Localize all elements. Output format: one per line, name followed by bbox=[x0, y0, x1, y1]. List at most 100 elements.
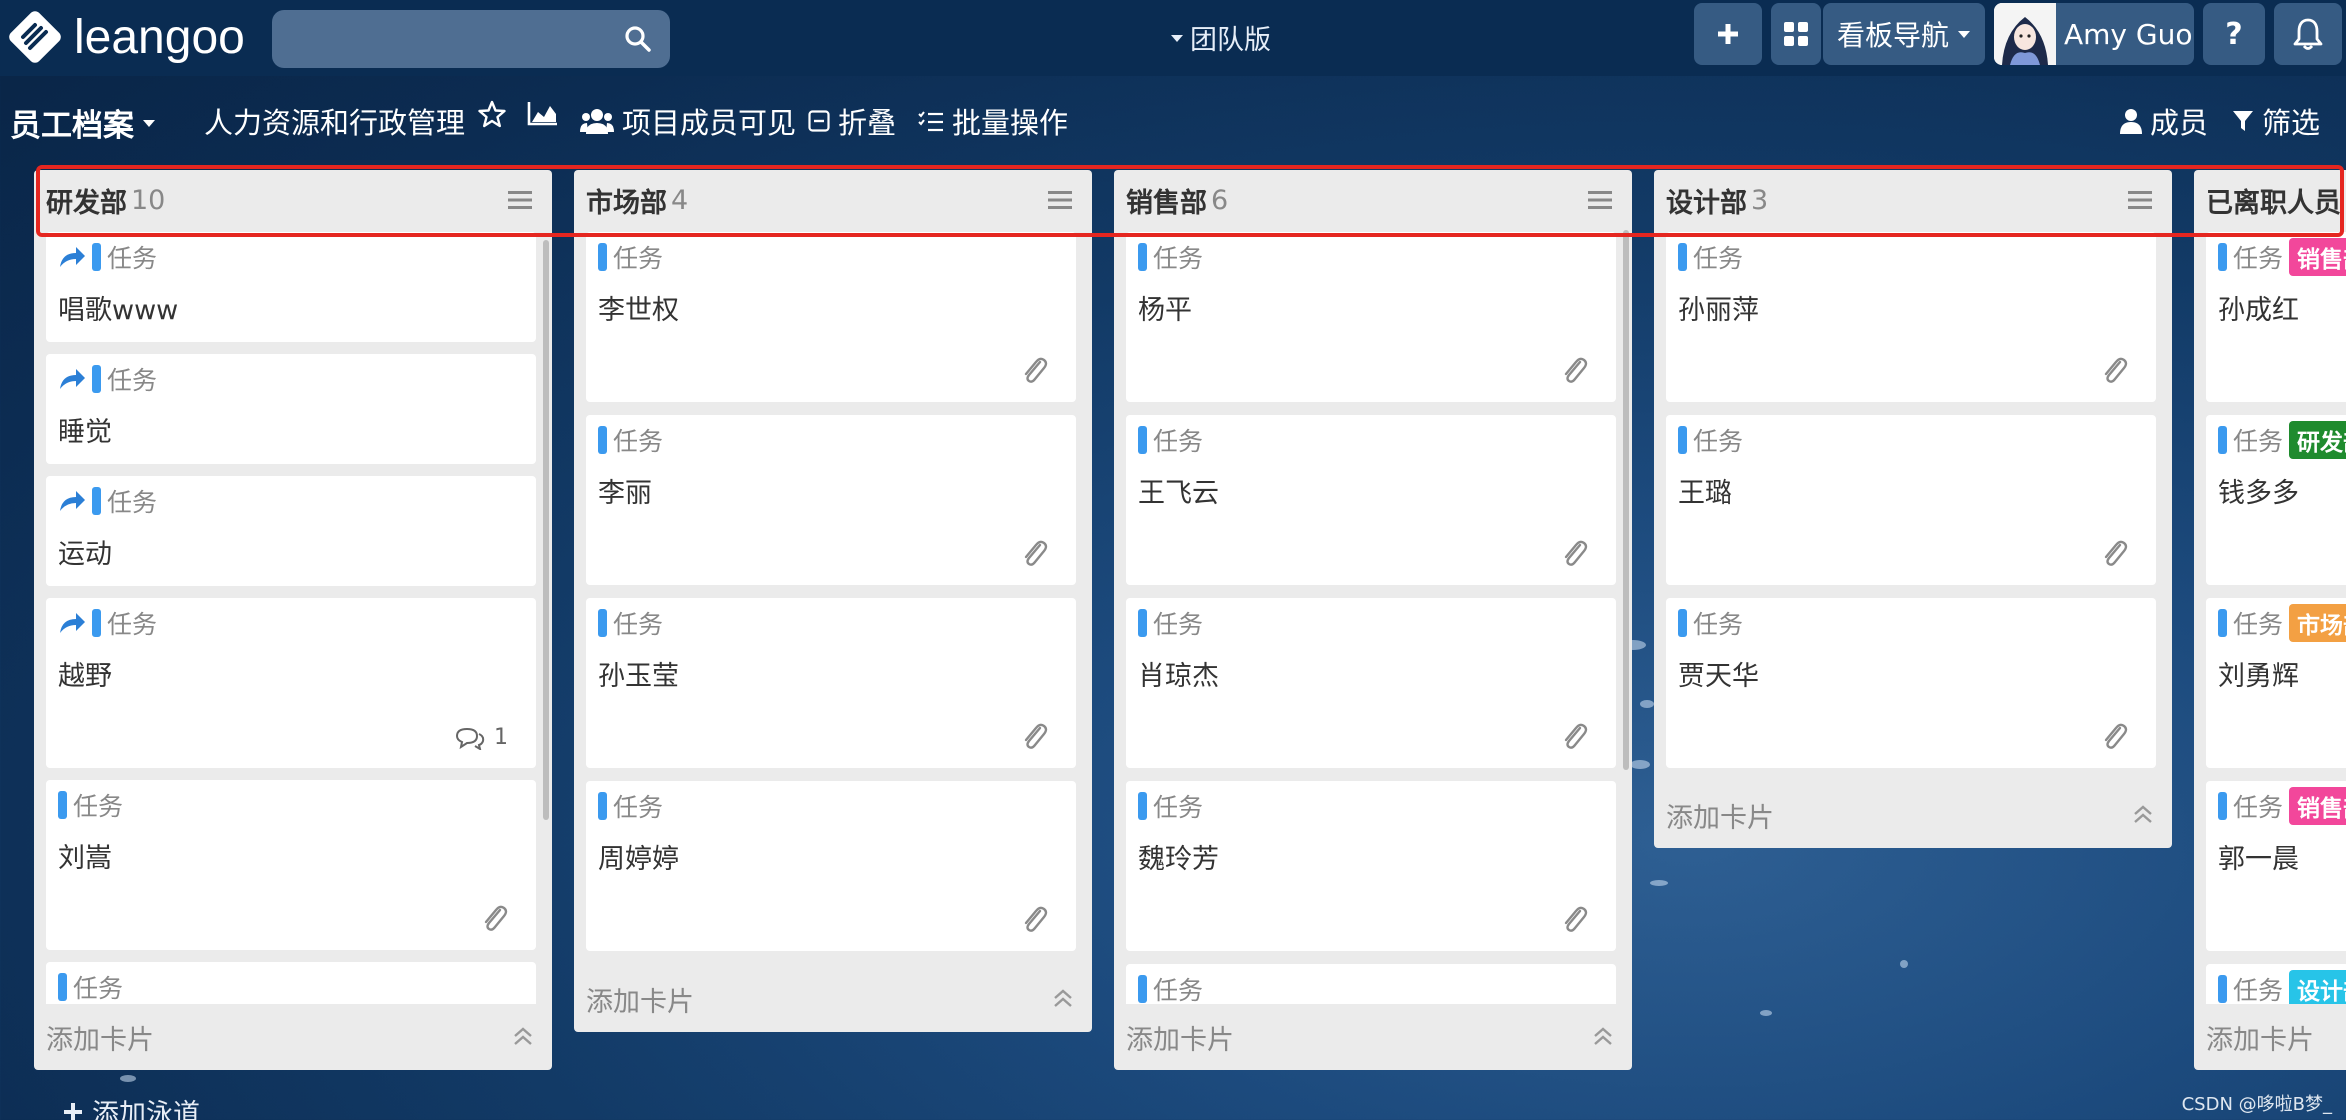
card[interactable]: 任务 睡觉 bbox=[46, 354, 536, 464]
card[interactable]: 任务设计部 bbox=[2206, 964, 2346, 1004]
card-title: 李世权 bbox=[598, 295, 679, 326]
card[interactable]: 任务 李世权 bbox=[586, 232, 1076, 402]
visibility-label: 项目成员可见 bbox=[622, 106, 797, 140]
add-lane-button[interactable]: 添加泳道 bbox=[62, 1092, 200, 1120]
notifications-button[interactable] bbox=[2274, 3, 2342, 65]
card-type: 任务 bbox=[1138, 242, 1203, 273]
card-color-bar bbox=[1138, 426, 1147, 454]
visibility-button[interactable]: 项目成员可见 bbox=[580, 100, 796, 142]
add-card-button[interactable]: 添加卡片 bbox=[34, 1004, 552, 1070]
project-link[interactable]: 人力资源和行政管理 bbox=[204, 100, 465, 142]
lane-card-list[interactable]: 任务 唱歌www 任务 睡觉 任务 运动 任务 越野 1 任务 刘嵩 任务 bbox=[34, 230, 552, 1004]
board-title-dropdown[interactable]: 员工档案 bbox=[10, 100, 156, 145]
card[interactable]: 任务 孙丽萍 bbox=[1666, 232, 2156, 402]
card-title: 唱歌www bbox=[58, 295, 179, 326]
help-button[interactable]: ? bbox=[2203, 3, 2265, 65]
add-card-label: 添加卡片 bbox=[1666, 802, 1774, 834]
double-chevron-up-icon[interactable] bbox=[1052, 988, 1074, 1008]
card-title: 周婷婷 bbox=[598, 844, 679, 875]
add-card-button[interactable]: 添加卡片 bbox=[1114, 1004, 1632, 1070]
add-button[interactable] bbox=[1694, 3, 1762, 65]
card[interactable]: 任务 bbox=[1126, 964, 1616, 1004]
card-color-bar bbox=[2218, 426, 2227, 454]
card-type: 任务设计部 bbox=[2218, 970, 2346, 1004]
search-icon[interactable] bbox=[624, 25, 652, 53]
card[interactable]: 任务 越野 1 bbox=[46, 598, 536, 768]
card-title: 李丽 bbox=[598, 478, 652, 509]
batch-operation-button[interactable]: 批量操作 bbox=[918, 100, 1068, 142]
user-icon bbox=[2120, 109, 2142, 134]
card[interactable]: 任务 运动 bbox=[46, 476, 536, 586]
card[interactable]: 任务 刘嵩 bbox=[46, 780, 536, 950]
card-color-bar bbox=[598, 243, 607, 271]
card[interactable]: 任务销售部 郭一晨 bbox=[2206, 781, 2346, 951]
edition-dropdown[interactable]: 团队版 bbox=[1170, 18, 1271, 57]
card-type: 任务 bbox=[598, 242, 663, 273]
add-card-button[interactable]: 添加卡片 bbox=[574, 966, 1092, 1032]
card-color-bar bbox=[58, 791, 67, 819]
board-navigation-dropdown[interactable]: 看板导航 bbox=[1823, 3, 1985, 65]
lane-design: 设计部 3 任务 孙丽萍 任务 王璐 任务 贾天华 添加卡片 bbox=[1654, 170, 2172, 848]
star-button[interactable] bbox=[478, 100, 506, 128]
card-title: 杨平 bbox=[1138, 295, 1192, 326]
lane-card-list[interactable]: 任务 李世权 任务 李丽 任务 孙玉莹 任务 周婷婷 bbox=[574, 230, 1092, 966]
card-color-bar bbox=[2218, 792, 2227, 820]
search-input[interactable] bbox=[272, 10, 670, 68]
lane-marketing: 市场部 4 任务 李世权 任务 李丽 任务 孙玉莹 任务 周婷婷 添加卡片 bbox=[574, 170, 1092, 1032]
card-color-bar bbox=[1138, 609, 1147, 637]
card-color-bar bbox=[1678, 609, 1687, 637]
card-title: 郭一晨 bbox=[2218, 844, 2299, 875]
add-card-button[interactable]: 添加卡片 bbox=[2194, 1004, 2346, 1070]
double-chevron-up-icon[interactable] bbox=[1592, 1026, 1614, 1046]
card-title: 王飞云 bbox=[1138, 478, 1219, 509]
card[interactable]: 任务市场部 刘勇辉 bbox=[2206, 598, 2346, 768]
card-color-bar bbox=[1678, 243, 1687, 271]
card-title: 孙成红 bbox=[2218, 295, 2299, 326]
double-chevron-up-icon[interactable] bbox=[512, 1026, 534, 1046]
card-type: 任务 bbox=[1138, 425, 1203, 456]
add-card-button[interactable]: 添加卡片 bbox=[1654, 782, 2172, 848]
double-chevron-up-icon[interactable] bbox=[2132, 804, 2154, 824]
card[interactable]: 任务 王飞云 bbox=[1126, 415, 1616, 585]
lane-resigned: 已离职人员 任务销售部 孙成红 任务研发部 钱多多 任务市场部 刘勇辉 任务销售… bbox=[2194, 170, 2346, 1070]
card[interactable]: 任务 肖琼杰 bbox=[1126, 598, 1616, 768]
apps-grid-button[interactable] bbox=[1771, 3, 1821, 65]
card[interactable]: 任务 bbox=[46, 962, 536, 1004]
card-title: 魏玲芳 bbox=[1138, 844, 1219, 875]
paperclip-icon bbox=[2104, 357, 2128, 383]
department-tag: 设计部 bbox=[2289, 970, 2346, 1004]
scrollbar[interactable] bbox=[1623, 230, 1629, 770]
card-type: 任务市场部 bbox=[2218, 604, 2346, 642]
area-chart-icon bbox=[527, 102, 557, 126]
card[interactable]: 任务销售部 孙成红 bbox=[2206, 232, 2346, 402]
card-color-bar bbox=[1138, 792, 1147, 820]
statistics-button[interactable] bbox=[527, 100, 559, 126]
scrollbar[interactable] bbox=[543, 240, 549, 820]
card[interactable]: 任务 魏玲芳 bbox=[1126, 781, 1616, 951]
card[interactable]: 任务 李丽 bbox=[586, 415, 1076, 585]
card-color-bar bbox=[92, 243, 101, 271]
card[interactable]: 任务 周婷婷 bbox=[586, 781, 1076, 951]
members-button[interactable]: 成员 bbox=[2120, 100, 2208, 142]
lane-card-list[interactable]: 任务 孙丽萍 任务 王璐 任务 贾天华 bbox=[1654, 230, 2172, 782]
card[interactable]: 任务 杨平 bbox=[1126, 232, 1616, 402]
user-menu[interactable]: Amy Guo bbox=[1994, 3, 2194, 65]
card[interactable]: 任务 王璐 bbox=[1666, 415, 2156, 585]
logo-text: leangoo bbox=[74, 10, 245, 64]
card[interactable]: 任务 孙玉莹 bbox=[586, 598, 1076, 768]
card-color-bar bbox=[598, 792, 607, 820]
filter-button[interactable]: 筛选 bbox=[2232, 100, 2320, 142]
paperclip-icon bbox=[1024, 540, 1048, 566]
add-lane-label: 添加泳道 bbox=[92, 1099, 200, 1120]
collapse-button[interactable]: 折叠 bbox=[808, 100, 896, 142]
star-icon bbox=[478, 100, 506, 128]
edition-label: 团队版 bbox=[1190, 25, 1271, 56]
lane-card-list[interactable]: 任务销售部 孙成红 任务研发部 钱多多 任务市场部 刘勇辉 任务销售部 郭一晨 … bbox=[2194, 230, 2346, 1004]
share-arrow-icon bbox=[60, 613, 85, 633]
card[interactable]: 任务研发部 钱多多 bbox=[2206, 415, 2346, 585]
card[interactable]: 任务 贾天华 bbox=[1666, 598, 2156, 768]
lane-card-list[interactable]: 任务 杨平 任务 王飞云 任务 肖琼杰 任务 魏玲芳 任务 bbox=[1114, 230, 1632, 1004]
lane-sales: 销售部 6 任务 杨平 任务 王飞云 任务 肖琼杰 任务 魏玲芳 任务 添加卡片 bbox=[1114, 170, 1632, 1070]
card[interactable]: 任务 唱歌www bbox=[46, 232, 536, 342]
logo[interactable]: leangoo bbox=[6, 8, 245, 66]
